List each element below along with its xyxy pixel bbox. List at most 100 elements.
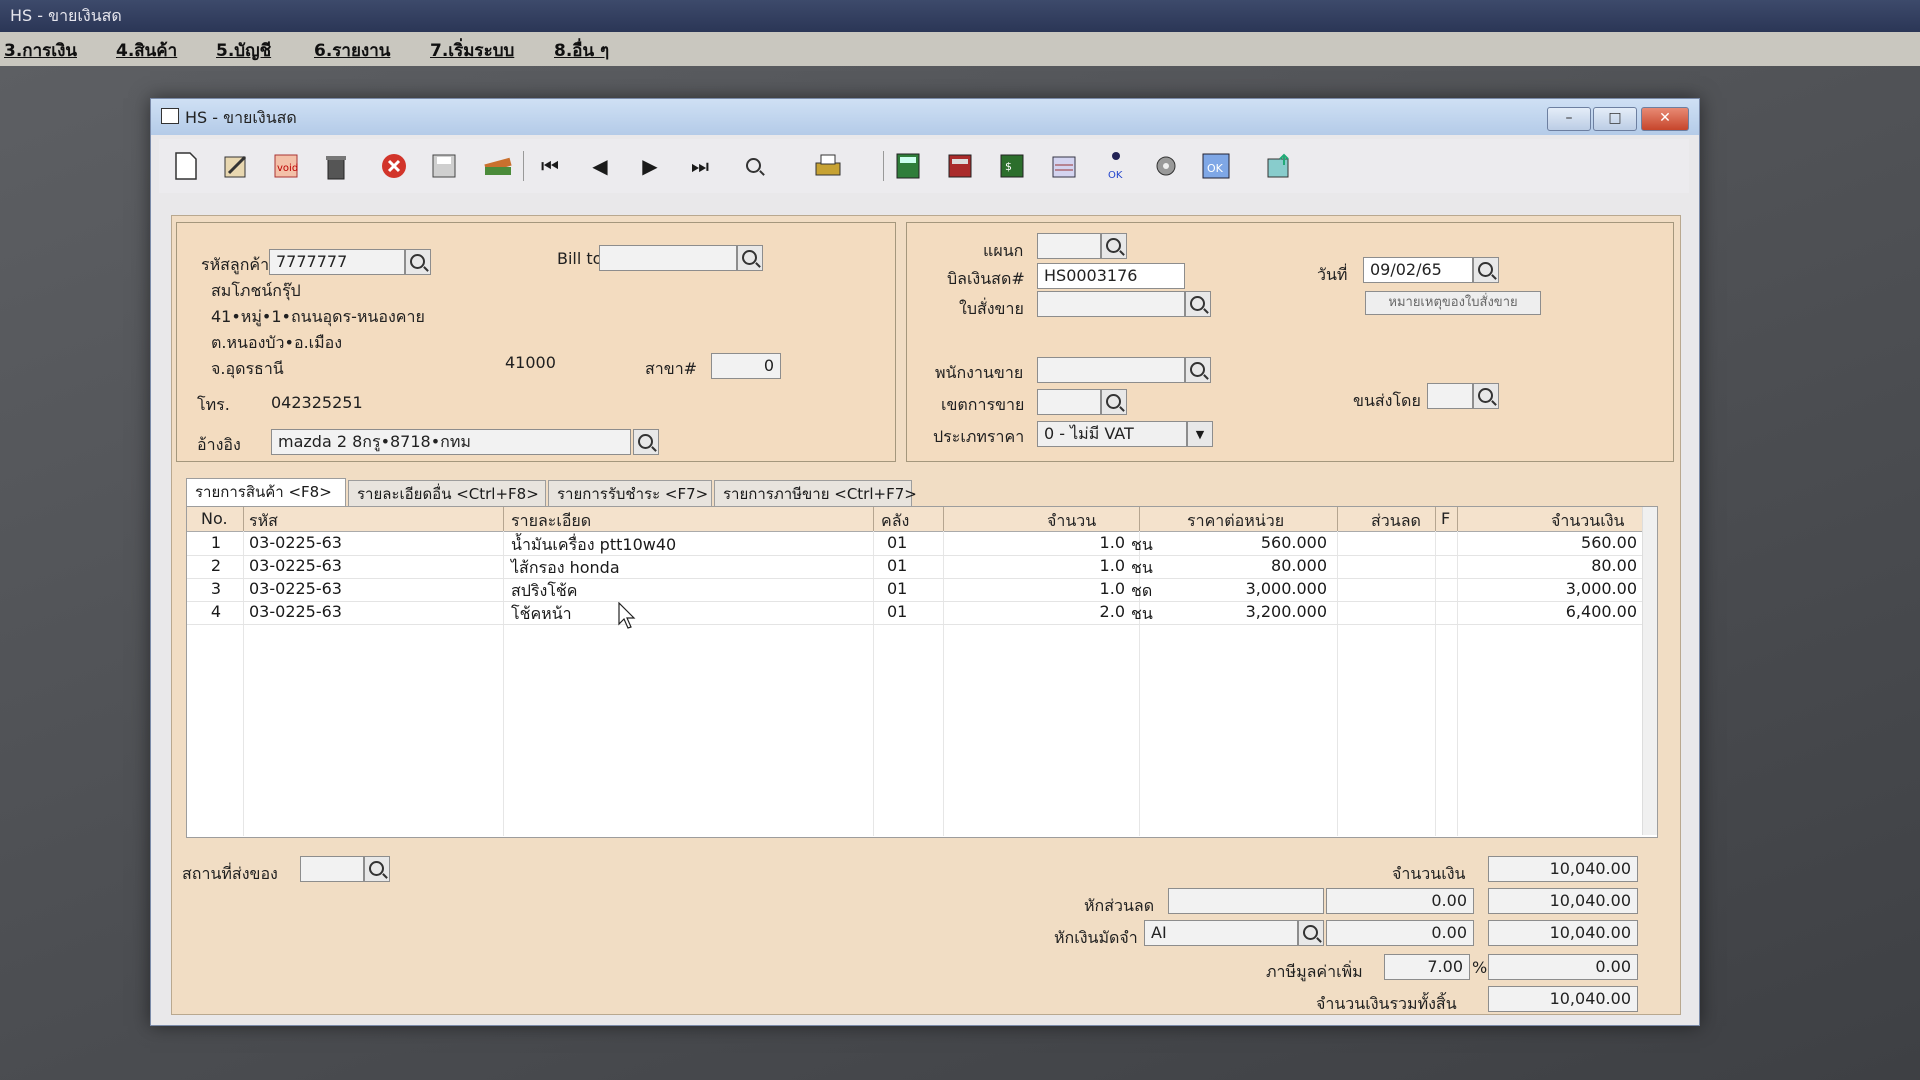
cancel-icon[interactable] <box>377 149 411 183</box>
customer-search-icon[interactable] <box>405 249 431 275</box>
row-amount: 80.00 <box>1591 556 1637 575</box>
ship-by-field[interactable] <box>1427 383 1473 409</box>
discount-code-field[interactable] <box>1168 888 1324 914</box>
menu-products[interactable]: 4.สินค้า <box>116 37 177 64</box>
minimize-button[interactable]: – <box>1547 107 1591 131</box>
row-quantity: 2.0 <box>1099 602 1125 621</box>
sales-order-label: ใบสั่งขาย <box>959 299 1024 318</box>
previous-record-icon[interactable]: ◀ <box>583 149 617 183</box>
salesman-field[interactable] <box>1037 357 1185 383</box>
row-amount: 3,000.00 <box>1565 579 1637 598</box>
first-record-icon[interactable]: ⏮ <box>533 149 567 183</box>
sales-area-search-icon[interactable] <box>1101 389 1127 415</box>
sales-order-note-button[interactable]: หมายเหตุของใบสั่งขาย <box>1365 291 1541 315</box>
salesman-search-icon[interactable] <box>1185 357 1211 383</box>
sales-order-field[interactable] <box>1037 291 1185 317</box>
menu-setup[interactable]: 7.เริ่มระบบ <box>430 37 514 64</box>
sale-form: รหัสลูกค้า 7777777 Bill to สมโภชน์กรุ๊ป … <box>171 215 1681 1015</box>
discount-label: หักส่วนลด <box>1084 896 1155 915</box>
app-title: HS - ขายเงินสด <box>10 6 122 25</box>
col-unit-price: ราคาต่อหน่วย <box>1187 511 1285 530</box>
amount-field: 10,040.00 <box>1488 856 1638 882</box>
col-flag: F <box>1441 509 1451 528</box>
ok-icon[interactable]: OK <box>1199 149 1233 183</box>
customer-phone: 042325251 <box>271 393 363 412</box>
calculator-icon[interactable] <box>891 149 925 183</box>
customer-province: จ.อุดรธานี <box>211 359 284 378</box>
table-row[interactable]: 1 03-0225-63 น้ำมันเครื่อง ptt10w40 01 1.0 ชน… <box>187 532 1643 556</box>
last-record-icon[interactable]: ⏭ <box>683 149 717 183</box>
customer-code-field[interactable]: 7777777 <box>269 249 405 275</box>
tools-icon[interactable] <box>1149 149 1183 183</box>
tab-other-details[interactable]: รายละเอียดอื่น <Ctrl+F8> <box>348 480 546 506</box>
row-unit-price: 80.000 <box>1271 556 1327 575</box>
row-unit-price: 3,200.000 <box>1245 602 1327 621</box>
discount-field[interactable]: 0.00 <box>1326 888 1474 914</box>
sales-order-search-icon[interactable] <box>1185 291 1211 317</box>
table-row[interactable]: 4 03-0225-63 โช้คหน้า 01 2.0 ชน 3,200.000 6,400… <box>187 601 1643 625</box>
svg-text:$: $ <box>1005 160 1012 173</box>
bill-to-search-icon[interactable] <box>737 245 763 271</box>
menu-finance[interactable]: 3.การเงิน <box>4 37 77 64</box>
row-warehouse: 01 <box>887 533 908 552</box>
row-number: 1 <box>210 533 221 552</box>
app-title-bar: HS - ขายเงินสด <box>0 0 1920 32</box>
find-icon[interactable] <box>737 149 771 183</box>
row-quantity: 1.0 <box>1099 579 1125 598</box>
books-icon[interactable] <box>481 149 515 183</box>
cash-bill-field[interactable]: HS0003176 <box>1037 263 1185 289</box>
next-record-icon[interactable]: ▶ <box>633 149 667 183</box>
save-icon[interactable] <box>427 149 461 183</box>
cash-bill-label: บิลเงินสด# <box>947 269 1025 288</box>
menu-reports[interactable]: 6.รายงาน <box>314 37 390 64</box>
deposit-code-field[interactable]: AI <box>1144 920 1298 946</box>
table-row[interactable]: 2 03-0225-63 ไส้กรอง honda 01 1.0 ชน 80.000 80.… <box>187 555 1643 579</box>
tab-sales-tax[interactable]: รายการภาษีขาย <Ctrl+F7> <box>714 480 917 506</box>
tab-payments[interactable]: รายการรับชำระ <F7> <box>548 480 712 506</box>
maximize-button[interactable]: □ <box>1593 107 1637 131</box>
menu-accounts[interactable]: 5.บัญชี <box>216 37 271 64</box>
col-amount: จำนวนเงิน <box>1551 511 1625 530</box>
grand-total-field: 10,040.00 <box>1488 986 1638 1012</box>
row-warehouse: 01 <box>887 602 908 621</box>
new-document-icon[interactable] <box>169 149 203 183</box>
vat-rate-field[interactable]: 7.00 <box>1384 954 1470 980</box>
table-scrollbar[interactable] <box>1642 507 1657 835</box>
date-picker-icon[interactable] <box>1473 257 1499 283</box>
chevron-down-icon[interactable]: ▼ <box>1187 421 1213 447</box>
close-button[interactable]: ✕ <box>1641 107 1689 131</box>
bill-to-field[interactable] <box>599 245 737 271</box>
row-number: 2 <box>210 556 221 575</box>
export-icon[interactable] <box>1263 149 1297 183</box>
ship-by-search-icon[interactable] <box>1473 383 1499 409</box>
register-icon[interactable] <box>943 149 977 183</box>
grand-total-label: จำนวนเงินรวมทั้งสิ้น <box>1316 994 1457 1013</box>
department-field[interactable] <box>1037 233 1101 259</box>
branch-field[interactable]: 0 <box>711 353 781 379</box>
void-icon[interactable]: void <box>269 149 303 183</box>
cash-sale-window: HS - ขายเงินสด – □ ✕ void ⏮ ◀ ▶ ⏭ $ OK O… <box>150 98 1700 1026</box>
reference-field[interactable]: mazda 2 8กรู•8718•กทม <box>271 429 631 455</box>
approve-icon[interactable]: OK <box>1099 149 1133 183</box>
date-field[interactable]: 09/02/65 <box>1363 257 1473 283</box>
tab-items[interactable]: รายการสินค้า <F8> <box>186 478 346 506</box>
sales-area-field[interactable] <box>1037 389 1101 415</box>
report-icon[interactable] <box>1047 149 1081 183</box>
table-row[interactable]: 3 03-0225-63 สปริงโช้ค 01 1.0 ชด 3,000.000 3,00… <box>187 578 1643 602</box>
branch-label: สาขา# <box>645 359 698 378</box>
deposit-search-icon[interactable] <box>1298 920 1324 946</box>
price-type-select[interactable]: 0 - ไม่มี VAT <box>1037 421 1187 447</box>
department-search-icon[interactable] <box>1101 233 1127 259</box>
print-icon[interactable] <box>811 149 845 183</box>
money-icon[interactable]: $ <box>995 149 1029 183</box>
ship-to-field[interactable] <box>300 856 364 882</box>
reference-search-icon[interactable] <box>633 429 659 455</box>
items-table: No. รหัส รายละเอียด คลัง จำนวน ราคาต่อหน… <box>186 506 1658 838</box>
ship-to-search-icon[interactable] <box>364 856 390 882</box>
menu-other[interactable]: 8.อื่น ๆ <box>554 37 609 64</box>
deposit-field[interactable]: 0.00 <box>1326 920 1474 946</box>
trash-icon[interactable] <box>319 149 353 183</box>
row-unit: ชน <box>1131 604 1153 623</box>
col-code: รหัส <box>249 511 278 530</box>
edit-icon[interactable] <box>219 149 253 183</box>
